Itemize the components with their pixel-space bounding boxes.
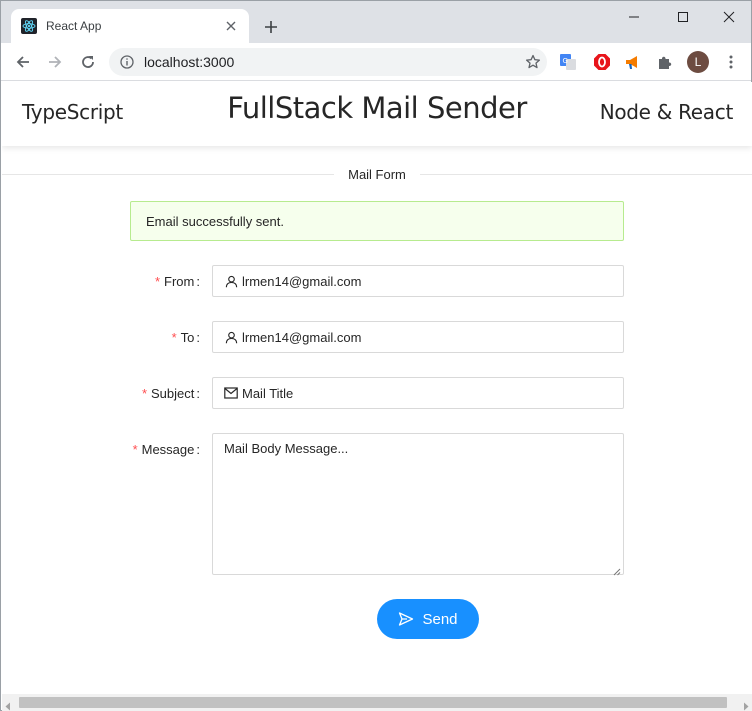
- bookmark-star-icon[interactable]: [519, 48, 547, 76]
- scroll-right-arrow-icon[interactable]: [742, 698, 750, 711]
- send-button[interactable]: Send: [377, 599, 479, 639]
- url-text: localhost:3000: [144, 54, 235, 70]
- subject-label-text: Subject: [151, 385, 195, 401]
- mail-icon: [224, 386, 238, 400]
- tab-strip: React App: [1, 1, 751, 43]
- address-bar[interactable]: localhost:3000: [109, 48, 547, 76]
- label-colon: :: [196, 385, 200, 401]
- site-info-icon[interactable]: [119, 54, 135, 70]
- subject-value: Mail Title: [242, 385, 294, 401]
- window-close-icon[interactable]: [714, 5, 744, 29]
- maximize-icon[interactable]: [668, 5, 698, 29]
- to-label: * To :: [172, 321, 206, 353]
- profile-avatar[interactable]: L: [687, 51, 709, 73]
- page-content: TypeScript FullStack Mail Sender Node & …: [2, 82, 752, 694]
- divider-line-left: [2, 173, 335, 175]
- browser-menu-icon[interactable]: [721, 52, 741, 72]
- alert-message: Email successfully sent.: [146, 213, 284, 229]
- megaphone-extension-icon[interactable]: [623, 52, 643, 72]
- send-button-label: Send: [422, 610, 458, 628]
- from-label-text: From: [164, 273, 195, 289]
- adblock-extension-icon[interactable]: [592, 52, 612, 72]
- from-label: * From :: [155, 265, 206, 297]
- required-marker: *: [171, 329, 177, 345]
- from-input[interactable]: lrmen14@gmail.com: [212, 265, 624, 297]
- app-header: TypeScript FullStack Mail Sender Node & …: [2, 82, 752, 146]
- to-value: lrmen14@gmail.com: [242, 329, 362, 345]
- subject-label: * Subject :: [142, 377, 206, 409]
- horizontal-scrollbar[interactable]: [2, 694, 752, 711]
- browser-window: React App localhost:3000 G L TypeScript …: [0, 0, 752, 711]
- subject-input[interactable]: Mail Title: [212, 377, 624, 409]
- user-icon: [224, 274, 238, 288]
- label-colon: :: [196, 329, 200, 345]
- resize-handle-icon[interactable]: [613, 564, 621, 576]
- react-logo-icon: [21, 18, 37, 34]
- to-input[interactable]: lrmen14@gmail.com: [212, 321, 624, 353]
- label-colon: :: [196, 441, 200, 457]
- translate-extension-icon[interactable]: G: [558, 52, 578, 72]
- label-colon: :: [196, 273, 200, 289]
- minimize-icon[interactable]: [619, 5, 649, 29]
- section-title: Mail Form: [348, 166, 406, 182]
- tab-close-icon[interactable]: [223, 18, 239, 34]
- scroll-left-arrow-icon[interactable]: [4, 698, 12, 711]
- required-marker: *: [141, 385, 147, 401]
- message-label: * Message :: [133, 433, 206, 465]
- tab-title: React App: [46, 19, 102, 33]
- forward-arrow-icon[interactable]: [42, 49, 68, 75]
- reload-icon[interactable]: [75, 49, 101, 75]
- message-value: Mail Body Message...: [224, 441, 349, 456]
- success-alert: Email successfully sent.: [130, 201, 624, 241]
- from-value: lrmen14@gmail.com: [242, 273, 362, 289]
- message-textarea[interactable]: Mail Body Message...: [212, 433, 624, 576]
- extensions-puzzle-icon[interactable]: [655, 52, 675, 72]
- message-label-text: Message: [141, 441, 195, 457]
- header-right-text: Node & React: [599, 100, 734, 124]
- required-marker: *: [154, 273, 161, 289]
- to-label-text: To: [180, 329, 195, 345]
- back-arrow-icon[interactable]: [10, 49, 36, 75]
- section-divider: Mail Form: [2, 166, 752, 182]
- new-tab-icon[interactable]: [259, 15, 283, 39]
- browser-toolbar: localhost:3000 G L: [1, 43, 751, 81]
- send-icon: [398, 611, 414, 627]
- divider-line-right: [419, 173, 752, 175]
- svg-text:G: G: [563, 57, 568, 65]
- required-marker: *: [132, 441, 138, 457]
- tab-react-app[interactable]: React App: [11, 9, 249, 43]
- user-icon: [224, 330, 238, 344]
- scrollbar-thumb[interactable]: [19, 697, 727, 708]
